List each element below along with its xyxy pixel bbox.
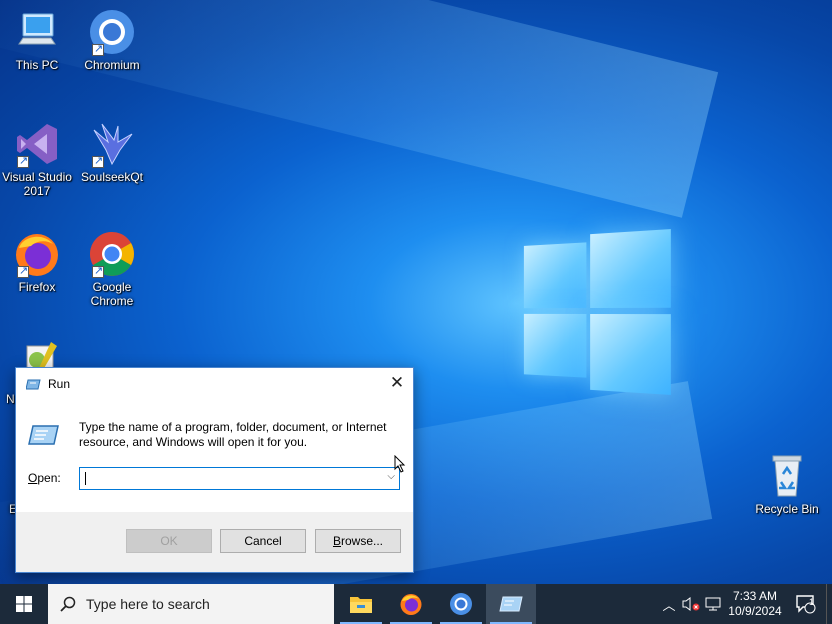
run-icon [25, 377, 42, 391]
show-desktop-button[interactable] [826, 584, 832, 624]
cancel-button[interactable]: Cancel [220, 529, 306, 553]
desktop-icon-visual-studio[interactable]: Visual Studio 2017 [0, 120, 74, 198]
taskbar-search-box[interactable]: Type here to search [48, 584, 334, 624]
icon-label: N [6, 392, 15, 406]
desktop-icon-recycle-bin[interactable]: Recycle Bin [750, 452, 824, 516]
network-icon [705, 597, 721, 611]
network-button[interactable] [702, 584, 724, 624]
icon-label: Chromium [84, 58, 140, 72]
run-description: Type the name of a program, folder, docu… [79, 420, 387, 449]
icon-label: Firefox [18, 280, 56, 294]
taskbar-run[interactable] [486, 584, 536, 624]
soulseek-bird-icon [88, 120, 136, 168]
ok-button[interactable]: OK [126, 529, 212, 553]
show-hidden-icons-button[interactable]: ︿ [658, 584, 680, 624]
file-explorer-icon [350, 597, 372, 613]
close-button[interactable]: ✕ [381, 368, 413, 398]
text-caret [85, 472, 86, 485]
windows-logo-wallpaper [523, 229, 671, 395]
mouse-cursor [394, 454, 406, 478]
close-icon: ✕ [389, 373, 405, 392]
run-program-icon [28, 423, 60, 447]
notification-count: 1 [809, 597, 815, 607]
run-dialog-body: Type the name of a program, folder, docu… [16, 399, 413, 512]
windows-start-icon [16, 596, 32, 612]
desktop-icon-this-pc[interactable]: This PC [0, 8, 74, 72]
icon-label: Recycle Bin [755, 502, 819, 516]
icon-label: Visual Studio 2017 [2, 170, 72, 198]
desktop-icon-firefox[interactable]: Firefox [0, 230, 74, 294]
browse-button[interactable]: Browse... [315, 529, 401, 553]
run-dialog: Run ✕ Type the name of a program, folder… [15, 367, 414, 573]
volume-button[interactable] [680, 584, 702, 624]
recycle-bin-icon [763, 452, 811, 500]
icon-label: This PC [15, 58, 59, 72]
chevron-up-icon: ︿ [662, 597, 676, 613]
search-placeholder: Type here to search [86, 596, 210, 612]
google-chrome-icon [88, 230, 136, 278]
open-input[interactable] [80, 468, 370, 489]
chromium-icon [88, 8, 136, 56]
search-icon [60, 596, 76, 612]
taskbar-chromium[interactable] [436, 584, 486, 624]
run-dialog-title: Run [48, 376, 71, 391]
run-dialog-footer: OK Cancel Browse... [16, 512, 413, 572]
run-dialog-titlebar[interactable]: Run [16, 368, 413, 399]
taskbar-file-explorer[interactable] [336, 584, 386, 624]
action-center-button[interactable]: 1 [786, 584, 826, 624]
firefox-icon [13, 230, 61, 278]
icon-label: Google Chrome [90, 280, 134, 308]
open-combobox[interactable]: ⌵ [79, 467, 400, 490]
desktop-icon-google-chrome[interactable]: Google Chrome [75, 230, 149, 308]
visual-studio-icon [13, 120, 61, 168]
run-icon [499, 596, 523, 612]
taskbar-firefox[interactable] [386, 584, 436, 624]
clock-time: 7:33 AM [732, 589, 778, 603]
system-tray: ︿ 7:33 AM 10/9/2024 1 [658, 584, 832, 624]
start-button[interactable] [0, 584, 48, 624]
taskbar: Type here to search ︿ 7:33 AM 10/9/2024 … [0, 584, 832, 624]
this-pc-icon [13, 8, 61, 56]
speaker-muted-icon [682, 597, 700, 611]
clock-date: 10/9/2024 [728, 604, 782, 618]
chromium-icon [450, 593, 472, 615]
desktop-icon-chromium[interactable]: Chromium [75, 8, 149, 72]
taskbar-clock[interactable]: 7:33 AM 10/9/2024 [724, 589, 786, 619]
icon-label: SoulseekQt [80, 170, 144, 184]
desktop-icon-soulseekqt[interactable]: SoulseekQt [75, 120, 149, 184]
firefox-icon [400, 594, 422, 615]
open-label: Open: [28, 471, 61, 485]
